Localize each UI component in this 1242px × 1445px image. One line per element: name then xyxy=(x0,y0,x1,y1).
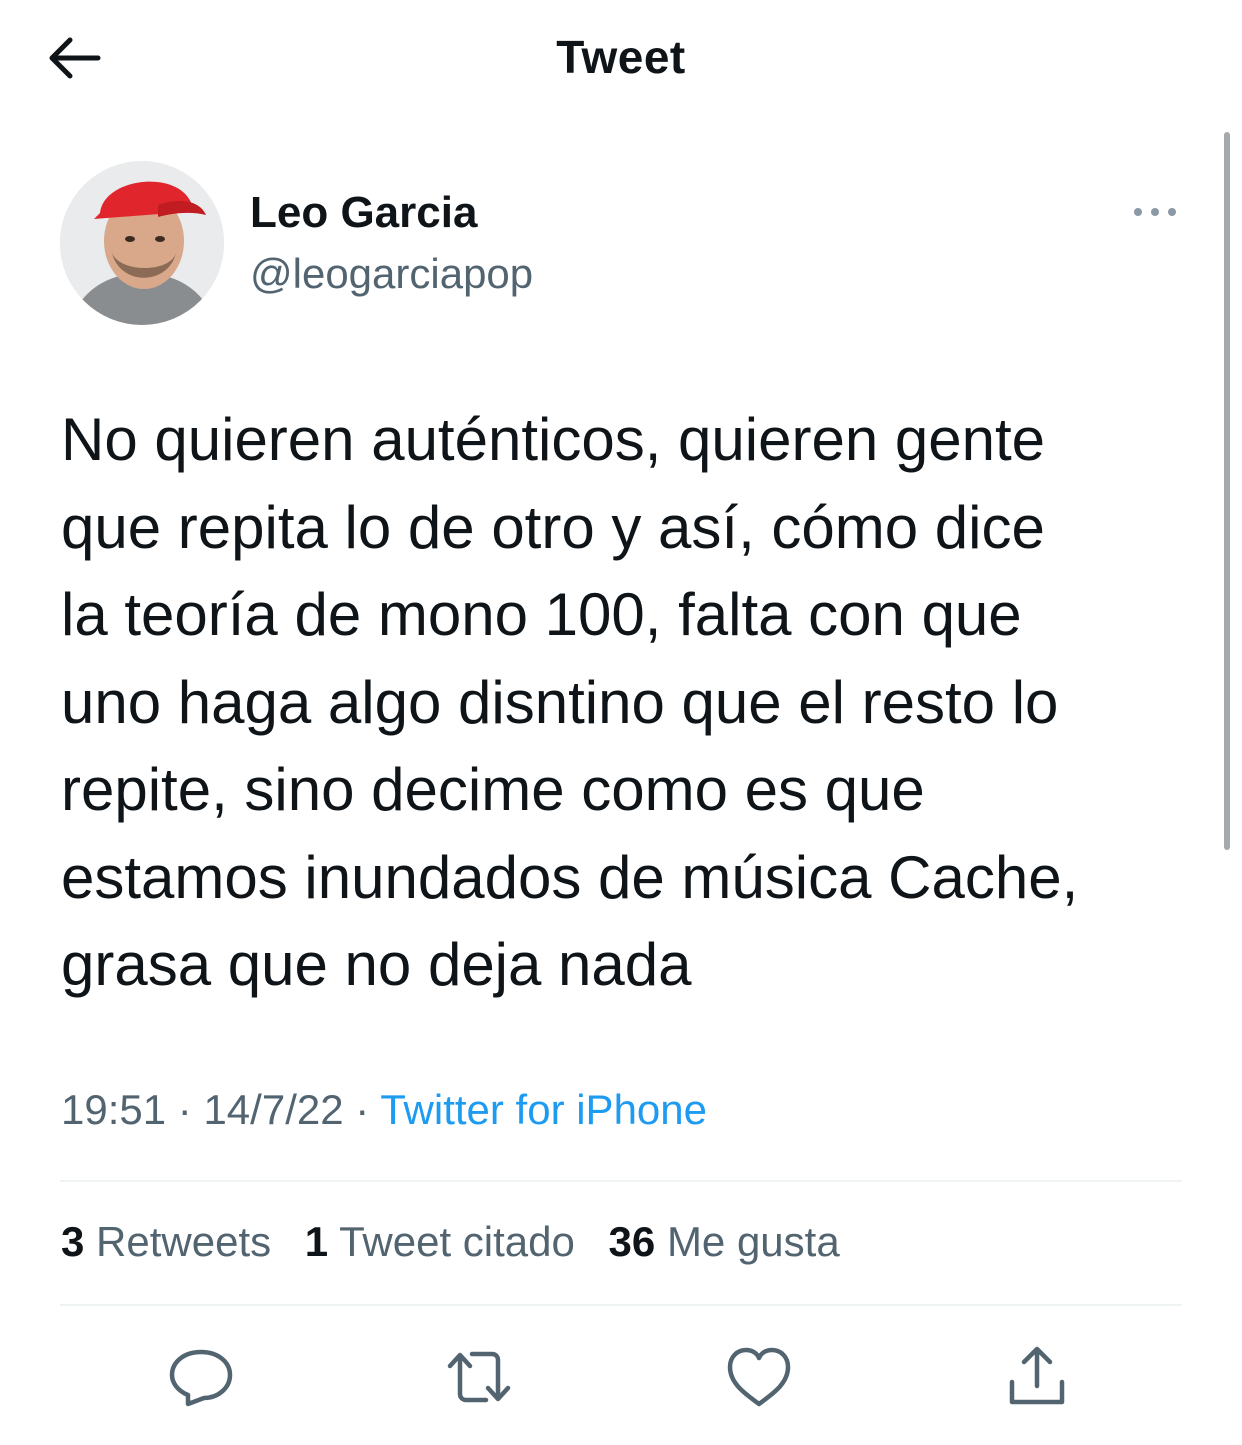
meta-separator: · xyxy=(177,1086,192,1133)
retweet-button[interactable] xyxy=(444,1342,514,1412)
author-name[interactable]: Leo Garcia xyxy=(250,188,477,238)
tweet-time: 19:51 xyxy=(61,1086,167,1133)
quotes-label: Tweet citado xyxy=(339,1218,575,1265)
divider xyxy=(60,1180,1182,1182)
likes-count: 36 xyxy=(608,1218,656,1265)
tweet-text: No quieren auténticos, quieren gente que… xyxy=(61,406,1079,998)
avatar[interactable] xyxy=(60,161,224,325)
tweet-stats: 3 Retweets 1 Tweet citado 36 Me gusta xyxy=(61,1218,862,1266)
likes-label: Me gusta xyxy=(666,1218,840,1265)
reply-button[interactable] xyxy=(166,1342,236,1412)
tweet-date: 14/7/22 xyxy=(203,1086,344,1133)
quotes-stat[interactable]: 1 Tweet citado xyxy=(305,1218,575,1266)
tweet-source-link[interactable]: Twitter for iPhone xyxy=(380,1086,707,1133)
quotes-count: 1 xyxy=(304,1218,329,1265)
scrollbar[interactable] xyxy=(1224,132,1230,850)
reply-icon xyxy=(169,1349,233,1407)
likes-stat[interactable]: 36 Me gusta xyxy=(609,1218,840,1266)
more-icon xyxy=(1134,208,1176,216)
like-button[interactable] xyxy=(724,1342,794,1412)
top-bar: Tweet xyxy=(0,0,1242,118)
retweets-stat[interactable]: 3 Retweets xyxy=(61,1218,271,1266)
share-button[interactable] xyxy=(1002,1342,1072,1412)
action-bar xyxy=(0,1342,1242,1412)
retweets-count: 3 xyxy=(61,1218,85,1265)
meta-separator: · xyxy=(355,1086,370,1133)
retweets-label: Retweets xyxy=(96,1218,272,1265)
page-title: Tweet xyxy=(556,31,686,83)
tweet-meta: 19:51 · 14/7/22 · Twitter for iPhone xyxy=(61,1086,707,1134)
retweet-icon xyxy=(447,1351,511,1403)
share-icon xyxy=(1009,1346,1065,1405)
more-button[interactable] xyxy=(1130,196,1180,228)
author-handle[interactable]: @leogarciapop xyxy=(250,250,533,298)
divider xyxy=(60,1304,1182,1306)
like-icon xyxy=(727,1347,791,1407)
avatar-image xyxy=(60,161,224,325)
